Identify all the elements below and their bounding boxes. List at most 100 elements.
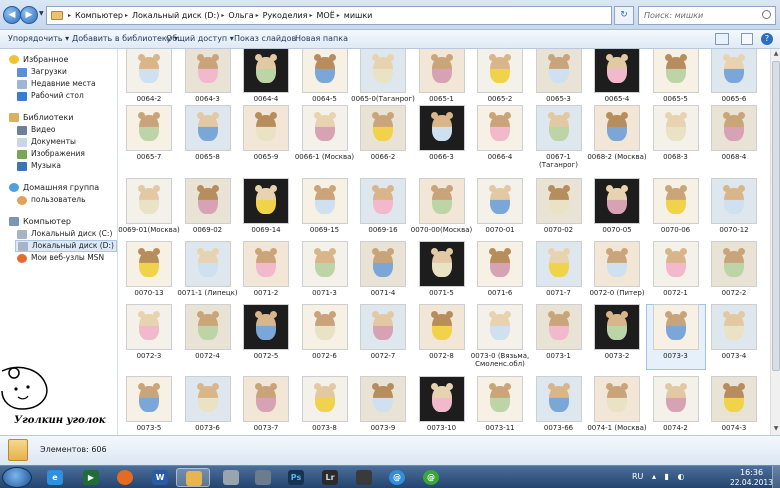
file-item[interactable]: 0070-13 (120, 242, 178, 306)
breadcrumb-bears[interactable]: мишки (344, 11, 373, 20)
back-button[interactable]: ◀ (3, 6, 21, 24)
add-to-library-button[interactable]: Добавить в библиотеку ▾ (72, 34, 178, 43)
file-item[interactable]: 0071-2 (237, 242, 295, 306)
file-item[interactable]: 0065-4 (588, 49, 646, 112)
share-button[interactable]: Общий доступ ▾ (166, 34, 234, 43)
nav-homegroup[interactable]: Домашняя группа (9, 183, 99, 195)
nav-item-documents[interactable]: Документы (17, 137, 76, 149)
taskbar-explorer[interactable] (176, 468, 210, 487)
scroll-up-icon[interactable]: ▲ (772, 50, 780, 59)
breadcrumb-drive-d[interactable]: Локальный диск (D:) (132, 11, 219, 20)
taskbar-printer[interactable] (214, 468, 248, 487)
vertical-scrollbar[interactable]: ▲ ▼ (770, 49, 780, 435)
file-item[interactable]: 0066-2 (354, 106, 412, 170)
file-item[interactable]: 0065-5 (647, 49, 705, 112)
file-item[interactable]: 0070-01 (471, 179, 529, 243)
file-item[interactable]: 0071-3 (296, 242, 354, 306)
file-item[interactable]: 0064-3 (179, 49, 237, 112)
file-item[interactable]: 0072-6 (296, 305, 354, 369)
file-item[interactable]: 0071-5 (413, 242, 471, 306)
forward-button[interactable]: ▶ (20, 6, 38, 24)
file-item[interactable]: 0073-9 (354, 377, 412, 435)
file-item[interactable]: 0070-00(Москва) (411, 179, 472, 243)
file-item[interactable]: 0073-8 (296, 377, 354, 435)
start-button[interactable] (2, 467, 32, 488)
file-item[interactable]: 0072-8 (413, 305, 471, 369)
file-item[interactable]: 0073-7 (237, 377, 295, 435)
file-item[interactable]: 0069-02 (179, 179, 237, 243)
file-item[interactable]: 0067-1 (Таганрог) (530, 106, 588, 170)
taskbar-lightroom[interactable]: Lr (313, 468, 347, 487)
file-item[interactable]: 0066-1 (Москва) (295, 106, 354, 170)
file-item[interactable]: 0069-14 (237, 179, 295, 243)
file-item[interactable]: 0064-5 (296, 49, 354, 112)
nav-computer[interactable]: Компьютер (9, 217, 71, 229)
file-item[interactable]: 0070-02 (530, 179, 588, 243)
file-item[interactable]: 0065-6 (705, 49, 763, 112)
file-item[interactable]: 0072-2 (705, 242, 763, 306)
file-item[interactable]: 0069-16 (354, 179, 412, 243)
file-item[interactable]: 0071-7 (530, 242, 588, 306)
file-item[interactable]: 0073-66 (530, 377, 588, 435)
file-item[interactable]: 0073-5 (120, 377, 178, 435)
clock-time[interactable]: 16:36 (740, 468, 763, 477)
chevron-right-icon[interactable]: ▸ (256, 12, 259, 19)
file-item[interactable]: 0073-4 (705, 305, 763, 369)
taskbar-messenger[interactable]: @ (380, 468, 414, 487)
file-item[interactable]: 0065-0(Таганрог) (351, 49, 415, 112)
taskbar-app-dark[interactable] (347, 468, 381, 487)
file-item[interactable]: 0071-1 (Липецк) (177, 242, 238, 306)
file-item[interactable]: 0072-7 (354, 305, 412, 369)
taskbar-media-player[interactable]: ▶ (74, 468, 108, 487)
file-item[interactable]: 0072-4 (179, 305, 237, 369)
language-indicator[interactable]: RU (632, 472, 643, 481)
breadcrumb[interactable]: ▸ Компьютер ▸ Локальный диск (D:) ▸ Ольг… (46, 6, 612, 25)
file-item[interactable]: 0065-3 (530, 49, 588, 112)
file-item[interactable]: 0070-12 (705, 179, 763, 243)
nav-favorites[interactable]: Избранное (9, 55, 68, 67)
taskbar-app-generic[interactable] (246, 468, 280, 487)
nav-item-msn[interactable]: Мои веб-узлы MSN (17, 253, 104, 265)
taskbar-icq[interactable]: @ (414, 468, 448, 487)
scroll-down-icon[interactable]: ▼ (772, 425, 780, 434)
file-item[interactable]: 0066-4 (471, 106, 529, 170)
file-item[interactable]: 0074-1 (Москва) (587, 377, 647, 435)
file-item[interactable]: 0072-0 (Питер) (588, 242, 646, 306)
nav-item-music[interactable]: Музыка (17, 161, 61, 173)
chevron-right-icon[interactable]: ▸ (310, 12, 313, 19)
file-item[interactable]: 0065-8 (179, 106, 237, 170)
file-item[interactable]: 0072-5 (237, 305, 295, 369)
slideshow-button[interactable]: Показ слайдов (234, 34, 296, 43)
file-item[interactable]: 0073-3 (645, 304, 706, 370)
file-item[interactable]: 0068-4 (705, 106, 763, 170)
file-item[interactable]: 0066-3 (413, 106, 471, 170)
scrollbar-thumb[interactable] (772, 61, 780, 371)
tray-icons[interactable]: ▴ ▮ ◐ (652, 472, 687, 481)
organize-button[interactable]: Упорядочить ▾ (8, 34, 69, 43)
file-item[interactable]: 0074-2 (647, 377, 705, 435)
file-item[interactable]: 0065-1 (413, 49, 471, 112)
nav-item-user[interactable]: пользователь (17, 195, 86, 207)
file-item[interactable]: 0073-2 (588, 305, 646, 369)
search-input[interactable]: Поиск: мишки (638, 6, 776, 25)
chevron-right-icon[interactable]: ▸ (68, 12, 71, 19)
file-item[interactable]: 0065-2 (471, 49, 529, 112)
nav-item-drive-d[interactable]: Локальный диск (D:) (15, 240, 117, 252)
file-item[interactable]: 0074-3 (705, 377, 763, 435)
file-item[interactable]: 0064-2 (120, 49, 178, 112)
file-item[interactable]: 0069-01(Москва) (118, 179, 180, 243)
breadcrumb-computer[interactable]: Компьютер (75, 11, 123, 20)
file-item[interactable]: 0073-0 (Вязьма, Смоленс.обл) (471, 305, 529, 369)
nav-item-desktop[interactable]: Рабочий стол (17, 91, 84, 103)
nav-item-video[interactable]: Видео (17, 125, 55, 137)
file-item[interactable]: 0065-7 (120, 106, 178, 170)
file-item[interactable]: 0072-1 (647, 242, 705, 306)
file-item[interactable]: 0069-15 (296, 179, 354, 243)
breadcrumb-mine[interactable]: МОЁ (317, 11, 335, 20)
file-item[interactable]: 0071-4 (354, 242, 412, 306)
breadcrumb-crafts[interactable]: Рукоделия (263, 11, 308, 20)
file-item[interactable]: 0071-6 (471, 242, 529, 306)
chevron-right-icon[interactable]: ▸ (125, 12, 128, 19)
nav-item-recent-places[interactable]: Недавние места (17, 79, 96, 91)
breadcrumb-olga[interactable]: Ольга (228, 11, 253, 20)
